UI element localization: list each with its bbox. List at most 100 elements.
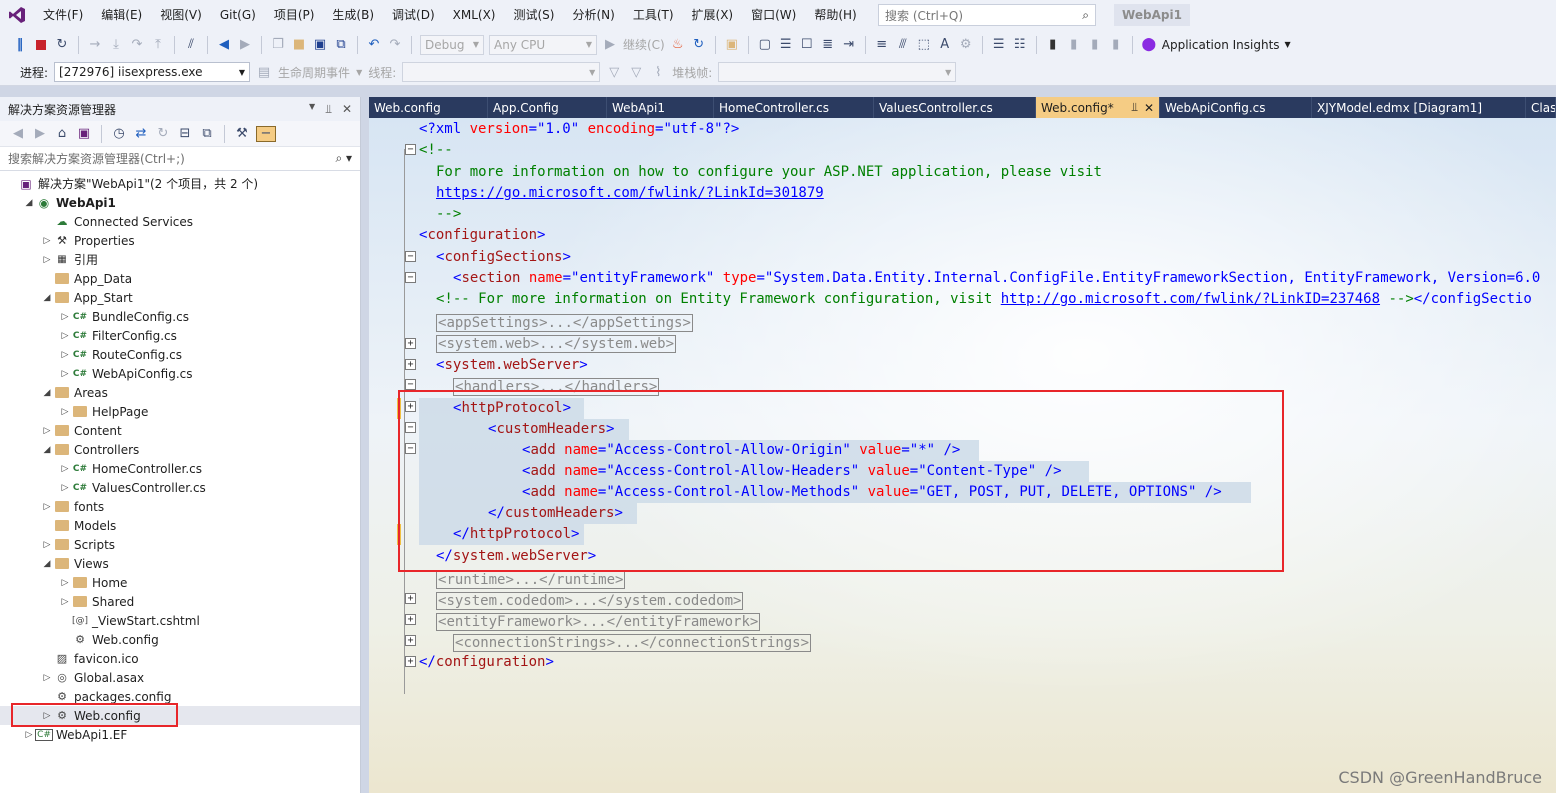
collapsed-arrow-icon[interactable]: ▷: [58, 597, 72, 607]
panel-dropdown-icon[interactable]: ▼: [309, 102, 315, 117]
code-line-connectionstrings-collapsed[interactable]: <connectionStrings>...</connectionString…: [453, 633, 812, 654]
tab-values-controller[interactable]: ValuesController.cs: [874, 97, 1036, 118]
solution-configuration-select[interactable]: Debug ▼: [420, 34, 484, 55]
tree-item[interactable]: ▷ Home: [0, 573, 360, 592]
tab-home-controller[interactable]: HomeController.cs: [714, 97, 874, 118]
menu-extensions[interactable]: 扩展(X): [683, 0, 743, 30]
expand-toggle[interactable]: +: [405, 593, 416, 604]
collapsed-arrow-icon[interactable]: ▷: [40, 502, 54, 512]
browser-link-icon[interactable]: ▣: [724, 37, 740, 53]
document-icon[interactable]: ☐: [799, 37, 815, 53]
collapsed-arrow-icon[interactable]: ▷: [40, 255, 54, 265]
expanded-arrow-icon[interactable]: ◢: [40, 388, 54, 398]
collapse-toggle[interactable]: −: [405, 272, 416, 283]
collapsed-arrow-icon[interactable]: ▷: [58, 578, 72, 588]
collapse-toggle[interactable]: −: [405, 144, 416, 155]
tree-item[interactable]: ▷ Scripts: [0, 535, 360, 554]
new-project-icon[interactable]: ❐: [270, 37, 286, 53]
switch-views-icon[interactable]: ▣: [76, 126, 92, 142]
close-icon[interactable]: ✕: [1138, 101, 1154, 115]
back-icon[interactable]: ◀: [10, 126, 26, 142]
collapsed-arrow-icon[interactable]: ▷: [40, 426, 54, 436]
expand-toggle[interactable]: +: [405, 359, 416, 370]
solution-platform-select[interactable]: Any CPU ▼: [489, 34, 597, 55]
tree-item[interactable]: ▷ C# WebApiConfig.cs: [0, 364, 360, 383]
tree-item[interactable]: ◢ Areas: [0, 383, 360, 402]
menu-test[interactable]: 测试(S): [504, 0, 563, 30]
collapse-toggle[interactable]: −: [405, 251, 416, 262]
tab-webapi-config[interactable]: WebApiConfig.cs: [1160, 97, 1312, 118]
expanded-arrow-icon[interactable]: ◢: [40, 293, 54, 303]
collapse-all-icon[interactable]: ⊟: [177, 126, 193, 142]
tree-item[interactable]: ▷ C# RouteConfig.cs: [0, 345, 360, 364]
global-search-input[interactable]: 搜索 (Ctrl+Q) ⌕: [878, 4, 1096, 26]
tree-item[interactable]: ▷ C# HomeController.cs: [0, 459, 360, 478]
forward-icon[interactable]: ▶: [32, 126, 48, 142]
code-line-system-codedom-collapsed[interactable]: <system.codedom>...</system.codedom>: [436, 591, 744, 612]
menu-project[interactable]: 项目(P): [265, 0, 324, 30]
menu-build[interactable]: 生成(B): [323, 0, 383, 30]
show-next-statement-icon[interactable]: →: [87, 37, 103, 53]
tree-item[interactable]: ▷ Content: [0, 421, 360, 440]
tab-web-config[interactable]: Web.config: [369, 97, 488, 118]
tree-item[interactable]: ▷ C# ValuesController.cs: [0, 478, 360, 497]
step-into-icon[interactable]: ⤓: [108, 37, 124, 53]
comment-icon[interactable]: ≡: [874, 37, 890, 53]
clear-bookmarks-icon[interactable]: ▮: [1108, 37, 1124, 53]
application-insights-icon[interactable]: ⬤: [1141, 37, 1157, 53]
tree-item[interactable]: ◢ ◉ WebApi1: [0, 193, 360, 212]
sync-icon[interactable]: ⇄: [133, 126, 149, 142]
tree-item[interactable]: ▷ HelpPage: [0, 402, 360, 421]
preview-selected-icon[interactable]: −: [256, 125, 276, 142]
collapsed-arrow-icon[interactable]: ▷: [58, 407, 72, 417]
show-threads-icon[interactable]: ⌇: [650, 64, 666, 80]
expand-toggle[interactable]: +: [405, 656, 416, 667]
chevron-down-icon[interactable]: ▼: [356, 68, 362, 77]
menu-view[interactable]: 视图(V): [151, 0, 211, 30]
collapse-toggle[interactable]: −: [405, 379, 416, 390]
restart-icon[interactable]: ↻: [54, 37, 70, 53]
expanded-arrow-icon[interactable]: ◢: [40, 559, 54, 569]
format-icon[interactable]: ⫻: [895, 37, 911, 53]
tree-item[interactable]: ▷ C# FilterConfig.cs: [0, 326, 360, 345]
collapsed-arrow-icon[interactable]: ▷: [40, 673, 54, 683]
hot-reload-flame-icon[interactable]: ♨: [670, 37, 686, 53]
tree-item[interactable]: ☁ Connected Services: [0, 212, 360, 231]
expanded-arrow-icon[interactable]: ◢: [22, 198, 36, 208]
tree-item[interactable]: ▷ ⚒ Properties: [0, 231, 360, 250]
expand-toggle[interactable]: +: [405, 614, 416, 625]
menu-help[interactable]: 帮助(H): [805, 0, 865, 30]
collapsed-arrow-icon[interactable]: ▷: [58, 312, 72, 322]
pending-changes-filter-icon[interactable]: ◷: [111, 126, 127, 142]
save-all-icon[interactable]: ⧉: [333, 37, 349, 53]
menu-file[interactable]: 文件(F): [34, 0, 92, 30]
open-folder-icon[interactable]: ■: [291, 37, 307, 53]
bookmark-icon[interactable]: ▮: [1045, 37, 1061, 53]
screenshot-icon[interactable]: ▢: [757, 37, 773, 53]
pause-icon[interactable]: ‖: [12, 37, 28, 53]
tab-app-config[interactable]: App.Config: [488, 97, 607, 118]
tree-item[interactable]: ▷ Shared: [0, 592, 360, 611]
properties-wrench-icon[interactable]: ⚒: [234, 126, 250, 142]
process-select[interactable]: [272976] iisexpress.exe ▼: [54, 62, 251, 82]
tree-item[interactable]: ◢ App_Start: [0, 288, 360, 307]
code-editor[interactable]: − − − + + − + − − + + + + <?xml version=…: [369, 118, 1556, 793]
menu-debug[interactable]: 调试(D): [383, 0, 444, 30]
collapsed-arrow-icon[interactable]: ▷: [58, 369, 72, 379]
task-list-icon[interactable]: ☰: [778, 37, 794, 53]
collapsed-arrow-icon[interactable]: ▷: [58, 350, 72, 360]
redo-icon[interactable]: ↷: [387, 37, 403, 53]
visual-studio-logo-icon[interactable]: [0, 0, 34, 30]
collapsed-arrow-icon[interactable]: ▷: [58, 331, 72, 341]
refresh-icon[interactable]: ↻: [155, 126, 171, 142]
pin-icon[interactable]: ⫫: [325, 102, 332, 117]
collapsed-arrow-icon[interactable]: ▷: [58, 464, 72, 474]
tree-item[interactable]: [@] _ViewStart.cshtml: [0, 611, 360, 630]
lifecycle-events-icon[interactable]: ▤: [256, 64, 272, 80]
indent-icon[interactable]: ⇥: [841, 37, 857, 53]
continue-button[interactable]: 继续(C): [623, 36, 665, 53]
next-bookmark-icon[interactable]: ▮: [1087, 37, 1103, 53]
collapsed-arrow-icon[interactable]: ▷: [22, 730, 36, 740]
menu-analyze[interactable]: 分析(N): [563, 0, 623, 30]
step-out-icon[interactable]: ⤒: [150, 37, 166, 53]
